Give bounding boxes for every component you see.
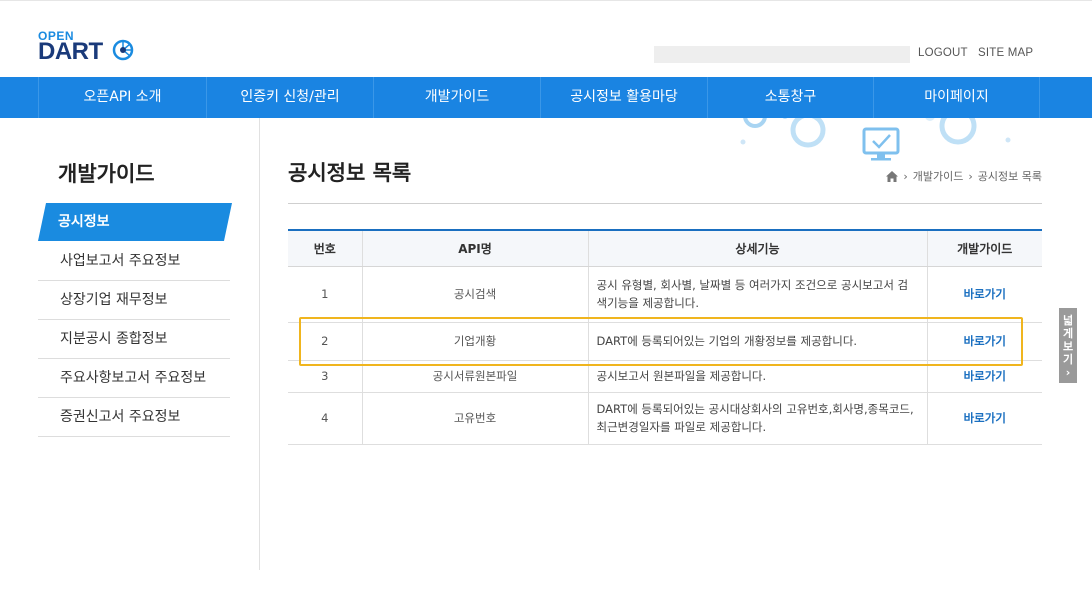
home-icon[interactable] — [886, 170, 899, 182]
row-api-name: 고유번호 — [361, 392, 588, 445]
col-header-api-name: API명 — [361, 229, 588, 267]
row-api-name: 공시서류원본파일 — [361, 360, 588, 393]
header-decoration — [740, 118, 1011, 161]
row-guide-link[interactable]: 바로가기 — [926, 392, 1042, 445]
row-description: 공시보고서 원본파일을 제공합니다. — [587, 360, 927, 393]
col-header-guide: 개발가이드 — [926, 229, 1042, 267]
row-description: DART에 등록되어있는 공시대상회사의 고유번호,회사명,종목코드, 최근변경… — [587, 392, 927, 445]
logo-ring-icon — [112, 39, 134, 61]
breadcrumb-separator-icon: › — [968, 169, 973, 183]
row-api-name: 기업개황 — [361, 322, 588, 361]
row-guide-link[interactable]: 바로가기 — [926, 360, 1042, 393]
lnb-item-securities-report[interactable]: 증권신고서 주요정보 — [38, 398, 230, 437]
logo-dart-text: DART — [38, 38, 103, 65]
breadcrumb-separator-icon: › — [903, 169, 908, 183]
header: OPEN DART LOGOUT SITE MAP — [0, 0, 1092, 77]
monitor-icon — [862, 127, 900, 161]
row-guide-link[interactable]: 바로가기 — [926, 322, 1042, 361]
title-divider — [288, 203, 1042, 204]
row-api-name: 공시검색 — [361, 266, 588, 323]
lnb-item-business-report[interactable]: 사업보고서 주요정보 — [38, 242, 230, 281]
lnb-item-major-report[interactable]: 주요사항보고서 주요정보 — [38, 359, 230, 398]
nav-dev-guide[interactable]: 개발가이드 — [373, 77, 540, 118]
row-number: 3 — [288, 360, 362, 393]
row-number: 4 — [288, 392, 362, 445]
nav-openapi-intro[interactable]: 오픈API 소개 — [38, 77, 206, 118]
dart-logo[interactable]: OPEN DART — [38, 29, 138, 69]
lnb-title: 개발가이드 — [58, 162, 155, 186]
table-row: 3 공시서류원본파일 공시보고서 원본파일을 제공합니다. 바로가기 — [288, 360, 1042, 393]
col-header-detail: 상세기능 — [587, 229, 927, 267]
table-row: 4 고유번호 DART에 등록되어있는 공시대상회사의 고유번호,회사명,종목코… — [288, 392, 1042, 445]
lnb-item-disclosure[interactable]: 공시정보 — [38, 203, 230, 242]
table-row: 2 기업개황 DART에 등록되어있는 기업의 개황정보를 제공합니다. 바로가… — [288, 322, 1042, 361]
search-bar[interactable] — [654, 46, 910, 63]
wide-view-label: 넓게보기 — [1062, 314, 1074, 366]
lnb-item-share-disclosure[interactable]: 지분공시 종합정보 — [38, 320, 230, 359]
breadcrumb-current: 공시정보 목록 — [977, 170, 1042, 183]
row-number: 1 — [288, 266, 362, 323]
row-number: 2 — [288, 322, 362, 361]
global-nav: 오픈API 소개 인증키 신청/관리 개발가이드 공시정보 활용마당 소통창구 … — [0, 77, 1092, 118]
lnb-item-financial-info[interactable]: 상장기업 재무정보 — [38, 281, 230, 320]
table-header-row: 번호 API명 상세기능 개발가이드 — [288, 229, 1042, 267]
nav-auth-key[interactable]: 인증키 신청/관리 — [206, 77, 373, 118]
nav-disclosure-usage[interactable]: 공시정보 활용마당 — [540, 77, 707, 118]
api-list-table: 번호 API명 상세기능 개발가이드 1 공시검색 공시 유형별, 회사별, 날… — [288, 229, 1042, 445]
col-header-number: 번호 — [288, 229, 362, 267]
table-row: 1 공시검색 공시 유형별, 회사별, 날짜별 등 여러가지 조건으로 공시보고… — [288, 266, 1042, 323]
row-description: DART에 등록되어있는 기업의 개황정보를 제공합니다. — [587, 322, 927, 361]
page-title: 공시정보 목록 — [288, 161, 412, 185]
divider — [259, 118, 260, 570]
row-description: 공시 유형별, 회사별, 날짜별 등 여러가지 조건으로 공시보고서 검색기능을… — [587, 266, 927, 323]
logout-link[interactable]: LOGOUT — [918, 47, 968, 59]
nav-communication[interactable]: 소통창구 — [707, 77, 873, 118]
sitemap-link[interactable]: SITE MAP — [978, 47, 1033, 59]
breadcrumb: › 개발가이드 › 공시정보 목록 — [886, 168, 1042, 184]
row-guide-link[interactable]: 바로가기 — [926, 266, 1042, 323]
nav-mypage[interactable]: 마이페이지 — [873, 77, 1040, 118]
chevron-right-icon: › — [1065, 366, 1071, 379]
breadcrumb-item[interactable]: 개발가이드 — [913, 168, 964, 184]
wide-view-tab[interactable]: 넓게보기 › — [1059, 308, 1077, 383]
